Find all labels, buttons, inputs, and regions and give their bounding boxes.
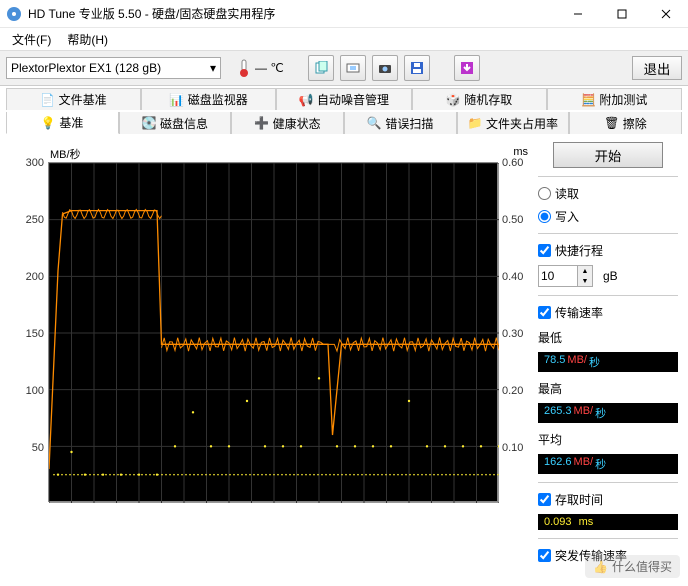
- content-area: MB/秒 ms 300 250 200 150 100 50 0.60 0.50…: [0, 134, 688, 564]
- window-title: HD Tune 专业版 5.50 - 硬盘/固态硬盘实用程序: [28, 5, 556, 22]
- max-label: 最高: [538, 380, 678, 397]
- temperature-value: — ℃: [255, 61, 284, 75]
- tabs-top: 📄文件基准 📊磁盘监视器 📢自动噪音管理 🎲随机存取 🧮附加测试: [0, 86, 688, 110]
- y-left-label: MB/秒: [50, 146, 81, 162]
- checkbox-access[interactable]: 存取时间: [538, 491, 678, 508]
- drive-select[interactable]: PlextorPlextor EX1 (128 gB) ▾: [6, 57, 221, 79]
- tab-health[interactable]: ➕健康状态: [231, 112, 344, 134]
- monitor-icon: 📊: [170, 93, 184, 107]
- menu-help[interactable]: 帮助(H): [59, 29, 116, 50]
- tab-random-access[interactable]: 🎲随机存取: [412, 88, 547, 110]
- tab-benchmark[interactable]: 💡基准: [6, 112, 119, 134]
- tabs-bottom: 💡基准 💽磁盘信息 ➕健康状态 🔍错误扫描 📁文件夹占用率 🗑擦除: [0, 110, 688, 134]
- access-value-box: 0.093 ms: [538, 514, 678, 530]
- screenshot-button[interactable]: [372, 55, 398, 81]
- y-left-ticks: 300 250 200 150 100 50: [10, 162, 46, 502]
- avg-label: 平均: [538, 431, 678, 448]
- watermark: 👍 什么值得买: [585, 555, 680, 578]
- tab-extra-tests[interactable]: 🧮附加测试: [547, 88, 682, 110]
- tab-error-scan[interactable]: 🔍错误扫描: [344, 112, 457, 134]
- calculator-icon: 🧮: [581, 93, 595, 107]
- folder-icon: 📁: [468, 116, 482, 130]
- tab-aam[interactable]: 📢自动噪音管理: [276, 88, 411, 110]
- spin-up-icon[interactable]: ▲: [577, 266, 592, 276]
- benchmark-chart: MB/秒 ms 300 250 200 150 100 50 0.60 0.50…: [10, 140, 530, 520]
- tab-erase[interactable]: 🗑擦除: [569, 112, 682, 134]
- radio-read[interactable]: 读取: [538, 185, 678, 202]
- tab-info[interactable]: 💽磁盘信息: [119, 112, 232, 134]
- thermometer-icon: [237, 59, 251, 77]
- tab-disk-monitor[interactable]: 📊磁盘监视器: [141, 88, 276, 110]
- bulb-icon: 💡: [41, 116, 55, 130]
- checkbox-fast[interactable]: 快捷行程: [538, 242, 678, 259]
- speaker-icon: 📢: [299, 93, 313, 107]
- drive-select-value: PlextorPlextor EX1 (128 gB): [11, 61, 161, 75]
- spin-down-icon[interactable]: ▼: [577, 276, 592, 286]
- tab-folder-usage[interactable]: 📁文件夹占用率: [457, 112, 570, 134]
- minimize-button[interactable]: [556, 0, 600, 28]
- dice-icon: 🎲: [446, 93, 460, 107]
- avg-value-box: 162.6MB/秒: [538, 454, 678, 474]
- close-button[interactable]: [644, 0, 688, 28]
- exit-button[interactable]: 退出: [632, 56, 682, 80]
- save-button[interactable]: [404, 55, 430, 81]
- menu-file[interactable]: 文件(F): [4, 29, 59, 50]
- fast-value-input[interactable]: ▲▼: [538, 265, 593, 287]
- max-value-box: 265.3MB/秒: [538, 403, 678, 423]
- maximize-button[interactable]: [600, 0, 644, 28]
- chevron-down-icon: ▾: [210, 61, 216, 75]
- search-icon: 🔍: [367, 116, 381, 130]
- checkbox-rate[interactable]: 传输速率: [538, 304, 678, 321]
- copy-info-button[interactable]: [308, 55, 334, 81]
- toolbar: PlextorPlextor EX1 (128 gB) ▾ — ℃ 退出: [0, 50, 688, 86]
- options-button[interactable]: [454, 55, 480, 81]
- titlebar: HD Tune 专业版 5.50 - 硬盘/固态硬盘实用程序: [0, 0, 688, 28]
- tab-file-benchmark[interactable]: 📄文件基准: [6, 88, 141, 110]
- menubar: 文件(F) 帮助(H): [0, 28, 688, 50]
- disk-icon: 💽: [142, 116, 156, 130]
- side-panel: 开始 读取 写入 快捷行程 ▲▼ gB 传输速率 最低 78.5MB/秒 最高 …: [538, 140, 678, 564]
- app-icon: [6, 6, 22, 22]
- health-icon: ➕: [255, 116, 269, 130]
- temperature-display: — ℃: [237, 59, 284, 77]
- start-button[interactable]: 开始: [553, 142, 663, 168]
- file-icon: 📄: [41, 93, 55, 107]
- min-value-box: 78.5MB/秒: [538, 352, 678, 372]
- fast-unit: gB: [603, 269, 618, 283]
- radio-write[interactable]: 写入: [538, 208, 678, 225]
- min-label: 最低: [538, 329, 678, 346]
- y-right-ticks: 0.60 0.50 0.40 0.30 0.20 0.10: [500, 162, 530, 502]
- plot-area: [48, 162, 498, 502]
- thumb-icon: 👍: [593, 560, 608, 574]
- trash-icon: 🗑: [605, 116, 619, 130]
- copy-screenshot-button[interactable]: [340, 55, 366, 81]
